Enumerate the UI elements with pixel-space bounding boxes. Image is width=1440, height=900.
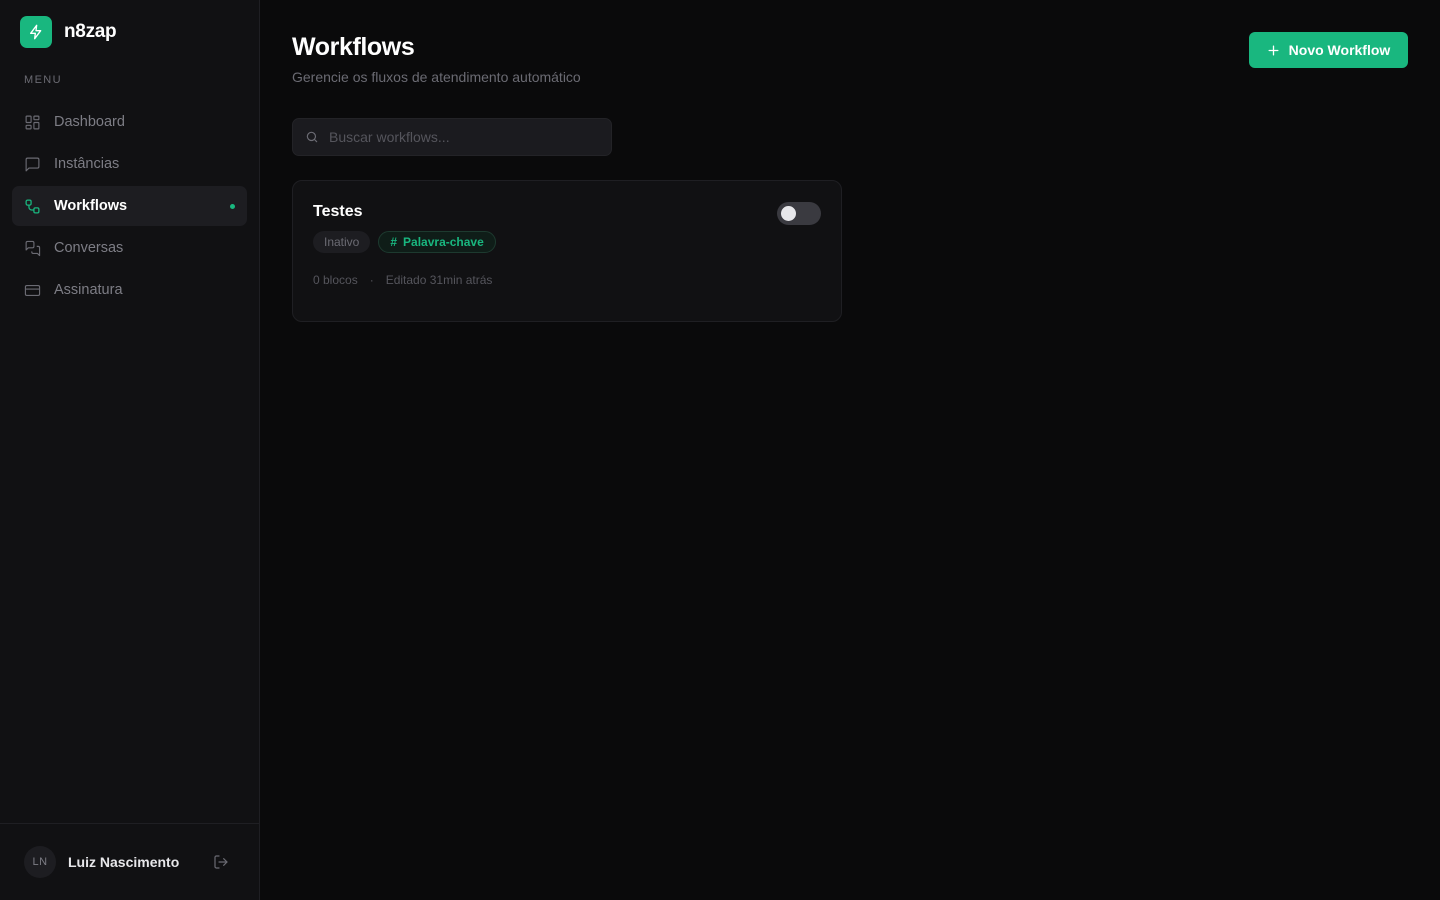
status-badge: Inativo — [313, 231, 371, 253]
hash-icon: # — [390, 235, 398, 249]
sidebar-item-dashboard[interactable]: Dashboard — [12, 102, 247, 142]
sidebar-item-conversas[interactable]: Conversas — [12, 228, 247, 268]
app-root: n8zap MENU Dashboard Instâncias Workflow… — [0, 0, 1440, 900]
sidebar-item-instancias[interactable]: Instâncias — [12, 144, 247, 184]
search-icon — [306, 131, 318, 143]
page-subtitle: Gerencie os fluxos de atendimento automá… — [292, 69, 581, 85]
logout-icon[interactable] — [213, 854, 229, 870]
layout-grid-icon — [25, 115, 40, 129]
brand[interactable]: n8zap — [0, 0, 259, 64]
sidebar-item-workflows[interactable]: Workflows — [12, 186, 247, 226]
search-box — [292, 118, 612, 156]
sidebar: n8zap MENU Dashboard Instâncias Workflow… — [0, 0, 260, 900]
workflow-icon — [25, 198, 40, 214]
sidebar-item-label: Instâncias — [54, 156, 120, 172]
page-title: Workflows — [292, 33, 415, 61]
meta-separator: · — [369, 273, 374, 287]
main-content: Workflows Gerencie os fluxos de atendime… — [260, 0, 1440, 900]
sidebar-nav: Dashboard Instâncias Workflows Conversas… — [0, 102, 259, 310]
lightning-bolt-icon — [20, 16, 52, 48]
sidebar-item-label: Dashboard — [54, 114, 125, 130]
messages-icon — [25, 240, 41, 256]
edited-time: Editado 31min atrás — [385, 273, 493, 287]
user-name: Luiz Nascimento — [68, 854, 180, 870]
new-workflow-label: Novo Workflow — [1288, 42, 1391, 58]
trigger-label: Palavra-chave — [403, 235, 484, 249]
sidebar-item-assinatura[interactable]: Assinatura — [12, 270, 247, 310]
workflow-meta: 0 blocos · Editado 31min atrás — [313, 273, 821, 287]
block-count: 0 blocos — [313, 273, 358, 287]
workflow-enable-toggle[interactable] — [777, 202, 821, 225]
trigger-badge: # Palavra-chave — [378, 231, 496, 253]
sidebar-item-label: Workflows — [54, 198, 128, 214]
search-input[interactable] — [329, 129, 599, 145]
sidebar-item-label: Conversas — [54, 240, 124, 256]
avatar[interactable]: LN — [24, 846, 56, 878]
menu-label: MENU — [24, 74, 62, 86]
brand-name: n8zap — [64, 21, 117, 42]
credit-card-icon — [24, 284, 41, 296]
new-workflow-button[interactable]: Novo Workflow — [1249, 32, 1408, 68]
sidebar-item-label: Assinatura — [54, 282, 123, 298]
user-panel: LN Luiz Nascimento — [0, 823, 259, 900]
workflow-name: Testes — [313, 203, 363, 220]
active-indicator-dot — [230, 204, 235, 209]
workflow-card[interactable]: Testes Inativo # Palavra-chave 0 blocos … — [292, 180, 842, 322]
message-square-icon — [25, 157, 40, 171]
workflow-badges: Inativo # Palavra-chave — [313, 231, 821, 253]
toggle-knob — [781, 206, 796, 221]
plus-icon — [1268, 45, 1279, 55]
